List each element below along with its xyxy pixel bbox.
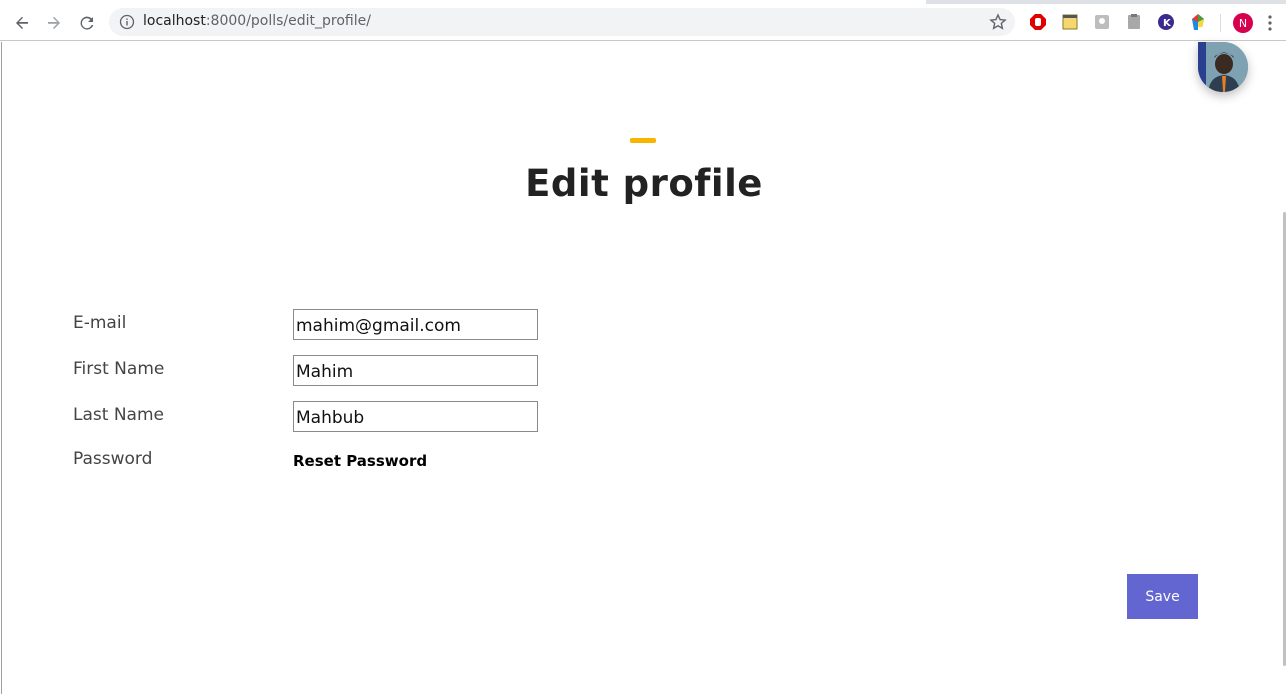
address-bar[interactable]: localhost:8000/polls/edit_profile/ — [109, 8, 1015, 36]
svg-text:K: K — [1163, 18, 1172, 29]
first-name-field[interactable] — [293, 355, 538, 386]
reload-button[interactable] — [74, 10, 100, 36]
title-accent-bar — [630, 138, 656, 143]
extension-gray-icon[interactable] — [1093, 13, 1111, 31]
password-label: Password — [73, 449, 153, 469]
reload-icon — [80, 16, 94, 30]
last-name-label: Last Name — [73, 405, 164, 425]
user-portrait-image — [1198, 42, 1248, 92]
first-name-label: First Name — [73, 359, 165, 379]
more-menu-icon[interactable] — [1268, 14, 1272, 32]
forward-arrow-icon — [48, 16, 60, 29]
page-content: Edit profile E-mail First Name Last Name… — [1, 42, 1286, 694]
save-button[interactable]: Save — [1127, 574, 1198, 619]
color-picker-icon[interactable] — [1189, 13, 1207, 31]
url-host: localhost — [143, 13, 206, 29]
email-field[interactable] — [293, 309, 538, 340]
k-extension-icon[interactable]: K — [1157, 13, 1175, 31]
extension-clip-icon[interactable] — [1125, 13, 1143, 31]
email-label: E-mail — [73, 313, 127, 333]
url-text[interactable]: localhost:8000/polls/edit_profile/ — [143, 13, 371, 29]
info-icon[interactable] — [119, 14, 135, 30]
reset-password-link[interactable]: Reset Password — [293, 452, 427, 470]
profile-avatar-button[interactable]: N — [1233, 13, 1253, 33]
user-avatar[interactable] — [1198, 42, 1248, 92]
notes-icon[interactable] — [1061, 13, 1079, 31]
adblock-icon[interactable] — [1029, 13, 1047, 31]
forward-button[interactable] — [41, 10, 67, 36]
bookmark-star-icon[interactable] — [989, 13, 1007, 31]
url-path: :8000/polls/edit_profile/ — [205, 13, 371, 29]
page-title: Edit profile — [525, 162, 763, 205]
last-name-field[interactable] — [293, 401, 538, 432]
toolbar-divider — [1220, 14, 1221, 32]
back-arrow-icon — [16, 16, 28, 29]
back-button[interactable] — [9, 10, 35, 36]
browser-toolbar: localhost:8000/polls/edit_profile/ K N — [0, 4, 1286, 41]
